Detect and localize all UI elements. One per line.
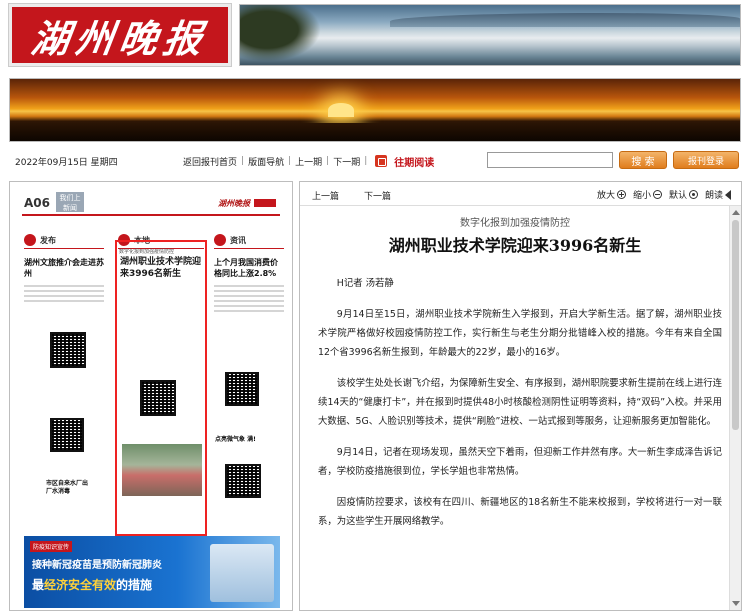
article-panel: 上一篇 下一篇 放大 缩小 默认 朗读 数字化报到加强疫情防控 湖州职业技术学院… xyxy=(299,181,742,611)
nav-links: 返回报刊首页 | 版面导航 | 上一期 | 下一期 | 往期阅读 xyxy=(183,154,434,169)
np-photo xyxy=(122,444,202,496)
scroll-up-icon[interactable] xyxy=(732,210,740,215)
site-logo-text: 湖州晚报 xyxy=(28,15,211,61)
scroll-thumb[interactable] xyxy=(732,220,739,430)
np-tag xyxy=(254,199,276,207)
prev-article-link[interactable]: 上一篇 xyxy=(312,189,339,202)
ad-photo xyxy=(210,544,274,602)
ad-tag: 防疫知识宣传 xyxy=(30,541,73,552)
qr-code-image xyxy=(50,418,84,452)
search-button[interactable]: 搜 索 xyxy=(619,151,667,169)
login-button[interactable]: 报刊登录 xyxy=(673,151,739,169)
issue-date: 2022年09月15日 星期四 xyxy=(15,157,118,168)
newspaper-page-thumbnail[interactable]: A06 我们上 新闻 湖州晚报 发布 湖州文旅推介会走进苏州 本地 资讯 上个月… xyxy=(9,181,293,611)
scroll-down-icon[interactable] xyxy=(732,601,740,606)
np-header: A06 我们上 新闻 湖州晚报 xyxy=(22,190,280,216)
site-logo[interactable]: 湖州晚报 xyxy=(8,3,232,67)
zoom-out-icon xyxy=(652,190,662,199)
np-column-title: 湖州文旅推介会走进苏州 xyxy=(24,258,104,278)
header-banner: 湖州晚报 xyxy=(8,3,741,70)
nav-separator: | xyxy=(241,156,245,166)
np-badge: 我们上 新闻 xyxy=(56,192,84,212)
np-side-title: 市区自来水厂出厂水消毒 xyxy=(46,480,89,495)
article-paragraph: 该校学生处处长谢飞介绍，为保障新生安全、有序报到，湖州职院要求新生提前在线上进行… xyxy=(318,378,722,427)
np-side-title: 点亮微气象 满! xyxy=(215,436,256,443)
sunset-banner xyxy=(9,78,741,142)
nav-separator: | xyxy=(288,156,292,166)
np-highlight-title: 湖州职业技术学院迎来3996名新生 xyxy=(120,257,202,279)
zoom-out-button[interactable]: 缩小 xyxy=(633,188,662,201)
qr-code-image xyxy=(140,380,176,416)
nav-next-issue-link[interactable]: 下一期 xyxy=(333,155,360,168)
zoom-in-icon xyxy=(616,190,626,199)
np-logo: 湖州晚报 xyxy=(218,198,250,208)
default-size-button[interactable]: 默认 xyxy=(669,188,698,201)
calendar-icon[interactable] xyxy=(375,155,388,167)
next-article-link[interactable]: 下一篇 xyxy=(364,189,391,202)
article-paragraph: 因疫情防控要求，该校有在四川、新疆地区的18名新生不能来校报到，学校将进行一对一… xyxy=(318,497,722,527)
article-byline: H记者 汤若静 xyxy=(336,278,394,289)
ad-subheadline: 最经济安全有效的措施 xyxy=(32,578,153,592)
reader-controls: 放大 缩小 默认 朗读 xyxy=(597,188,731,201)
zoom-in-button[interactable]: 放大 xyxy=(597,188,626,201)
nav-separator: | xyxy=(326,156,330,166)
np-column-news[interactable]: 资讯 上个月我国消费价格同比上涨2.8% xyxy=(214,234,284,315)
np-vaccine-ad: 防疫知识宣传 接种新冠疫苗是预防新冠肺炎 最经济安全有效的措施 xyxy=(24,536,280,608)
search-input[interactable] xyxy=(487,152,613,168)
article-body: H记者 汤若静 9月14日至15日，湖州职业技术学院新生入学报到，开启大学新生活… xyxy=(318,274,722,543)
nav-layout-link[interactable]: 版面导航 xyxy=(248,155,284,168)
np-column-head: 资讯 xyxy=(214,234,284,249)
np-column-head: 发布 xyxy=(24,234,104,249)
np-column-release[interactable]: 发布 湖州文旅推介会走进苏州 xyxy=(24,234,104,305)
nav-bar: 2022年09月15日 星期四 返回报刊首页 | 版面导航 | 上一期 | 下一… xyxy=(9,148,741,174)
np-page-number: A06 xyxy=(24,196,50,210)
article-title: 湖州职业技术学院迎来3996名新生 xyxy=(388,236,642,255)
np-column-title: 上个月我国消费价格同比上涨2.8% xyxy=(214,258,278,278)
np-highlight-kicker: 数字化报到加强疫情防控 xyxy=(119,249,175,255)
qr-code-image xyxy=(50,332,86,368)
nav-separator: | xyxy=(364,156,368,166)
reset-icon xyxy=(688,190,698,199)
article-toolbar: 上一篇 下一篇 放大 缩小 默认 朗读 xyxy=(300,182,741,206)
speaker-icon xyxy=(725,189,731,200)
ad-headline: 接种新冠疫苗是预防新冠肺炎 xyxy=(32,560,162,571)
nav-prev-issue-link[interactable]: 上一期 xyxy=(295,155,322,168)
article-kicker: 数字化报到加强疫情防控 xyxy=(460,218,570,229)
read-aloud-button[interactable]: 朗读 xyxy=(705,188,731,201)
archive-link[interactable]: 往期阅读 xyxy=(394,154,434,169)
header-photo xyxy=(239,4,741,66)
article-paragraph: 9月14日至15日，湖州职业技术学院新生入学报到，开启大学新生活。据了解，湖州职… xyxy=(318,309,722,358)
nav-home-link[interactable]: 返回报刊首页 xyxy=(183,155,237,168)
qr-code-image xyxy=(225,464,261,498)
article-paragraph: 9月14日，记者在现场发现，虽然天空下着雨，但迎新工作井然有序。大一新生李成泽告… xyxy=(318,447,722,477)
qr-code-image xyxy=(225,372,259,406)
article-scrollbar[interactable] xyxy=(729,206,741,610)
